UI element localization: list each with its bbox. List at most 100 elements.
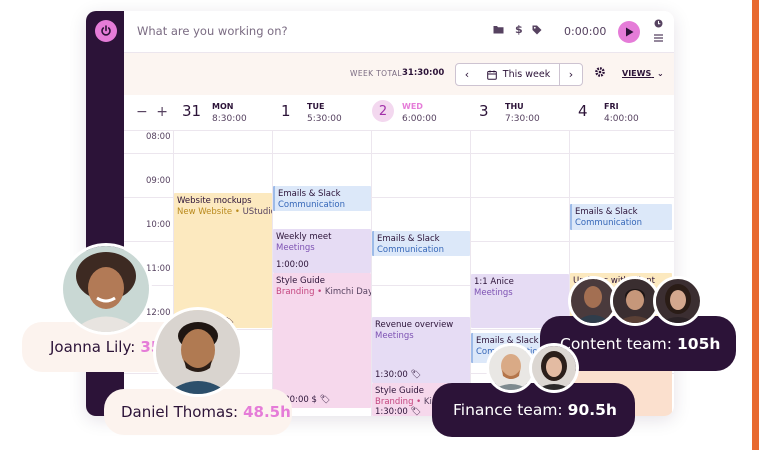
- day-column-header-mon[interactable]: 31 MON 8:30:00: [174, 95, 273, 131]
- day-number: 31: [182, 102, 202, 120]
- day-column-header-fri[interactable]: 4 FRI 4:00:00: [570, 95, 674, 131]
- day-name: TUE: [307, 102, 325, 111]
- separator-dot: •: [232, 207, 243, 217]
- calendar-icon: [486, 70, 497, 80]
- timer-display: 0:00:00: [564, 25, 607, 38]
- day-column-header-thu[interactable]: 3 THU 7:30:00: [471, 95, 570, 131]
- time-entry[interactable]: Emails & Slack Communication: [273, 186, 371, 211]
- chevron-left-icon: ‹: [464, 68, 470, 81]
- entry-project: New Website: [177, 207, 233, 217]
- time-entry[interactable]: Style Guide Branding • Kimchi Day 1:30:0…: [273, 273, 371, 408]
- team-hours: 90.5h: [567, 401, 617, 419]
- day-header-row: − + 31 MON 8:30:00 1 TUE 5:30:00 2 WED 6…: [124, 95, 674, 131]
- entry-project: Branding: [375, 397, 414, 407]
- clock-icon[interactable]: [654, 19, 663, 32]
- time-entry[interactable]: Emails & Slack Communication: [372, 231, 470, 256]
- entry-title: Emails & Slack: [377, 234, 440, 244]
- this-week-button[interactable]: This week: [478, 63, 559, 86]
- start-timer-button[interactable]: [618, 21, 640, 43]
- avatar-content-team-3: [653, 276, 703, 326]
- decorative-orange-strip: [752, 0, 759, 450]
- time-entry[interactable]: Weekly meet Meetings 1:00:00: [273, 229, 371, 273]
- chevron-right-icon: ›: [568, 68, 574, 81]
- week-total-value: 31:30:00: [402, 68, 445, 78]
- entry-project: Branding: [276, 287, 315, 297]
- tag-icon: 🏷: [319, 395, 331, 405]
- person-name: Joanna Lily:: [50, 338, 136, 356]
- tag-icon: 🏷: [410, 407, 422, 416]
- hour-label: 09:00: [146, 176, 171, 186]
- description-input[interactable]: What are you working on?: [137, 24, 288, 38]
- entry-project: Meetings: [375, 331, 414, 341]
- play-icon: [625, 27, 633, 37]
- person-hours: 48.5h: [243, 403, 291, 421]
- day-total: 7:30:00: [505, 114, 540, 124]
- day-name: THU: [505, 102, 524, 111]
- day-name: MON: [212, 102, 234, 111]
- entry-title: Emails & Slack: [575, 207, 638, 217]
- folder-icon[interactable]: [493, 25, 504, 37]
- entry-duration: 1:30:00: [375, 370, 408, 380]
- entry-title: Website mockups: [177, 196, 252, 206]
- entry-duration: 1:00:00: [276, 260, 309, 270]
- settings-gear-icon[interactable]: [594, 66, 606, 81]
- person-name: Daniel Thomas:: [121, 403, 239, 421]
- previous-week-button[interactable]: ‹: [455, 63, 479, 86]
- entry-duration-row: 1:30:00 🏷: [375, 407, 421, 416]
- entry-title: Emails & Slack: [278, 189, 341, 199]
- day-number: 4: [578, 102, 588, 120]
- entry-title: 1:1 Anice: [474, 277, 514, 287]
- views-label: VIEWS: [622, 69, 652, 78]
- day-total: 5:30:00: [307, 114, 342, 124]
- separator-dot: •: [413, 397, 424, 407]
- day-column-header-wed[interactable]: 2 WED 6:00:00: [372, 95, 471, 131]
- day-number: 3: [479, 102, 489, 120]
- power-button[interactable]: [95, 20, 117, 42]
- avatar-daniel-thomas: [153, 307, 243, 397]
- tag-icon: 🏷: [410, 370, 422, 380]
- zoom-controls: − +: [136, 104, 168, 120]
- hour-label: 08:00: [146, 132, 171, 142]
- team-name: Finance team:: [453, 401, 563, 419]
- entry-title: Revenue overview: [375, 320, 454, 330]
- dollar-icon: $: [311, 395, 317, 405]
- finance-team-badge: Finance team: 90.5h: [432, 383, 635, 437]
- time-entry[interactable]: Emails & Slack Communication: [570, 204, 672, 230]
- next-week-button[interactable]: ›: [559, 63, 583, 86]
- timer-bar: What are you working on? $ 0:00:00: [124, 11, 674, 53]
- entry-duration: 1:30:00: [375, 407, 408, 416]
- entry-project: Communication: [377, 245, 444, 255]
- week-total-label: WEEK TOTAL: [350, 69, 402, 78]
- day-total: 8:30:00: [212, 114, 247, 124]
- zoom-out-icon[interactable]: −: [136, 104, 148, 120]
- list-icon[interactable]: [654, 34, 663, 46]
- day-column-header-tue[interactable]: 1 TUE 5:30:00: [273, 95, 372, 131]
- entry-title: Style Guide: [276, 276, 326, 286]
- day-total: 6:00:00: [402, 114, 437, 124]
- entry-client: Kimchi Day: [324, 287, 371, 297]
- this-week-label: This week: [502, 69, 551, 80]
- hour-line: [124, 153, 674, 154]
- chevron-down-icon: ⌄: [657, 69, 664, 78]
- mode-switch[interactable]: [654, 19, 663, 46]
- zoom-in-icon[interactable]: +: [156, 104, 168, 120]
- team-hours: 105h: [677, 334, 721, 353]
- week-toolbar: WEEK TOTAL 31:30:00 ‹ This week › VIEWS …: [124, 53, 674, 95]
- day-total: 4:00:00: [604, 114, 639, 124]
- hour-label: 10:00: [146, 220, 171, 230]
- hour-label: 11:00: [146, 264, 171, 274]
- entry-project: Communication: [575, 218, 642, 228]
- entry-project: Communication: [278, 200, 345, 210]
- entry-project: Meetings: [474, 288, 513, 298]
- entry-client: UStudio: [242, 207, 272, 217]
- avatar-joanna-lily: [60, 243, 152, 335]
- team-name: Content team:: [560, 334, 673, 353]
- entry-project: Meetings: [276, 243, 315, 253]
- tag-icon[interactable]: [532, 25, 542, 38]
- views-dropdown[interactable]: VIEWS ⌄: [622, 69, 664, 78]
- day-number: 1: [281, 102, 291, 120]
- dollar-icon[interactable]: $: [515, 23, 523, 36]
- time-entry[interactable]: Revenue overview Meetings 1:30:00 🏷: [372, 317, 470, 383]
- separator-dot: •: [314, 287, 325, 297]
- hour-label: 12:00: [146, 308, 171, 318]
